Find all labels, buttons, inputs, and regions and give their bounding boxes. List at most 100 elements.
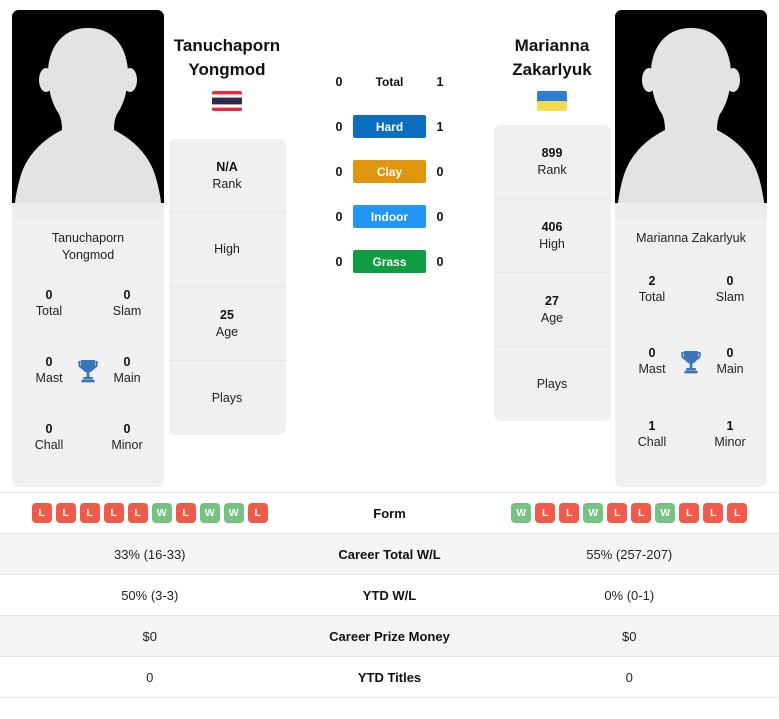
player-info-column-right: Marianna Zakarlyuk 899 Rank 406 High 27 … [489, 10, 615, 421]
surface-row-indoor: 0 Indoor 0 [331, 205, 449, 228]
player-info-box-right: 899 Rank 406 High 27 Age Plays [493, 125, 611, 421]
stat-main-left: 0 Main [104, 354, 150, 387]
stat-total-label-left: Total [35, 304, 63, 318]
surface-titles-column: 0 Total 1 0 Hard 1 0 Clay 0 0 Indoor 0 0 [290, 10, 489, 273]
trophy-spacer-left-2 [75, 423, 101, 453]
info-age-value-left: 25 [220, 307, 234, 322]
player-photo-left [12, 10, 164, 218]
trophy-spacer-right [678, 274, 704, 304]
surface-row-total: 0 Total 1 [331, 70, 449, 93]
table-row: 0 YTD Titles 0 [0, 657, 779, 698]
stat-total-right: 2 Total [629, 273, 675, 306]
surface-total-left-value: 0 [335, 74, 343, 89]
surface-clay-badge[interactable]: Clay [352, 160, 427, 183]
form-badge-left-7[interactable]: W [199, 503, 220, 523]
player-info-box-left: N/A Rank High 25 Age Plays [168, 139, 286, 435]
form-badge-left-1[interactable]: L [55, 503, 76, 523]
table-row: 50% (3-3) YTD W/L 0% (0-1) [0, 575, 779, 616]
titles-grid-right: 2 Total 0 Slam 0 Mast 0 Main 1 Chall 1 M… [615, 247, 767, 487]
player-comparison-page: Tanuchaporn Yongmod 0 Total 0 Slam 0 Mas… [0, 0, 779, 719]
form-badge-right-6[interactable]: W [655, 503, 676, 523]
player-photo-right [615, 10, 767, 218]
stat-slam-label-right: Slam [715, 289, 745, 304]
info-age-label-right: Age [540, 310, 564, 325]
table-label: Career Prize Money [329, 628, 450, 644]
form-badge-left-8[interactable]: W [223, 503, 244, 523]
comparison-header: Tanuchaporn Yongmod 0 Total 0 Slam 0 Mas… [0, 0, 779, 492]
table-value-left: 33% (16-33) [113, 546, 186, 562]
trophy-spacer-right-2 [678, 420, 704, 450]
table-label: YTD Titles [357, 669, 422, 685]
form-badge-right-4[interactable]: L [607, 503, 628, 523]
stat-mast-left: 0 Mast [26, 354, 72, 387]
form-badge-right-8[interactable]: L [703, 503, 724, 523]
player-name-right-l1: Marianna [514, 36, 590, 55]
info-high-label-right: High [539, 236, 565, 251]
form-badge-left-4[interactable]: L [127, 503, 148, 523]
table-value-left: 50% (3-3) [121, 587, 179, 603]
player-name-right: Marianna Zakarlyuk [512, 34, 591, 82]
form-badge-left-2[interactable]: L [79, 503, 100, 523]
avatar-silhouette-icon [615, 10, 767, 218]
surface-row-hard: 0 Hard 1 [331, 115, 449, 138]
stat-mast-value-right: 0 [648, 346, 656, 361]
form-badge-left-5[interactable]: W [151, 503, 172, 523]
table-row-form: LLLLLWLWWL Form WLLWLLWLLL [0, 493, 779, 534]
player-name-left: Tanuchaporn Yongmod [174, 34, 280, 82]
surface-row-clay: 0 Clay 0 [331, 160, 449, 183]
table-label: Career Total W/L [338, 546, 441, 562]
avatar-silhouette-icon [12, 10, 164, 218]
stat-mast-label-right: Mast [638, 362, 666, 377]
stat-main-label-left: Main [113, 371, 141, 385]
table-label: YTD W/L [362, 587, 417, 603]
stat-chall-value-left: 0 [45, 422, 53, 436]
player-card-name-right: Marianna Zakarlyuk [615, 218, 767, 247]
table-value-right: 0% (0-1) [604, 587, 655, 603]
comparison-table: LLLLLWLWWL Form WLLWLLWLLL 33% (16-33) C… [0, 492, 779, 698]
player-name-right-l2: Zakarlyuk [512, 60, 592, 79]
stat-main-value-right: 0 [726, 346, 734, 361]
stat-chall-label-right: Chall [637, 435, 667, 450]
form-badge-left-0[interactable]: L [31, 503, 52, 523]
surface-indoor-badge[interactable]: Indoor [352, 205, 427, 228]
stat-main-value-left: 0 [123, 355, 131, 369]
form-badge-right-7[interactable]: L [679, 503, 700, 523]
surface-indoor-left-value: 0 [335, 209, 343, 224]
stat-minor-label-left: Minor [111, 438, 143, 452]
stat-mast-value-left: 0 [45, 355, 53, 369]
form-badge-left-3[interactable]: L [103, 503, 124, 523]
form-badge-right-3[interactable]: W [583, 503, 604, 523]
surface-hard-badge[interactable]: Hard [352, 115, 427, 138]
stat-chall-value-right: 1 [648, 419, 656, 434]
stat-main-right: 0 Main [707, 345, 753, 378]
stat-minor-right: 1 Minor [707, 418, 753, 451]
thailand-flag-icon [212, 91, 242, 111]
info-rank-value-right: 899 [541, 145, 563, 160]
titles-row-chall-minor-right: 1 Chall 1 Minor [615, 418, 767, 451]
stat-slam-value-left: 0 [123, 288, 131, 302]
form-cell-right: WLLWLLWLLL [480, 503, 779, 523]
form-badge-right-9[interactable]: L [727, 503, 748, 523]
info-age-left: 25 Age [168, 287, 286, 361]
form-badge-right-1[interactable]: L [535, 503, 556, 523]
form-badge-right-2[interactable]: L [559, 503, 580, 523]
form-badge-left-6[interactable]: L [175, 503, 196, 523]
form-badge-left-9[interactable]: L [247, 503, 268, 523]
stat-mast-right: 0 Mast [629, 345, 675, 378]
player-card-name-right-l1: Marianna Zakarlyuk [636, 231, 746, 245]
surface-clay-left-value: 0 [335, 164, 343, 179]
form-badge-right-0[interactable]: W [511, 503, 532, 523]
info-rank-left: N/A Rank [168, 139, 286, 213]
form-cell-left: LLLLLWLWWL [0, 503, 300, 523]
form-strip-left: LLLLLWLWWL [31, 503, 268, 523]
surface-grass-badge[interactable]: Grass [352, 250, 427, 273]
form-badge-right-5[interactable]: L [631, 503, 652, 523]
player-card-left[interactable]: Tanuchaporn Yongmod 0 Total 0 Slam 0 Mas… [12, 10, 164, 487]
titles-row-mast-main-right: 0 Mast 0 Main [615, 345, 767, 378]
titles-row-total-slam-right: 2 Total 0 Slam [615, 273, 767, 306]
player-card-right[interactable]: Marianna Zakarlyuk 2 Total 0 Slam 0 Mast… [615, 10, 767, 487]
surface-hard-right-value: 1 [436, 119, 444, 134]
ukraine-flag-icon [537, 91, 567, 111]
trophy-icon [678, 347, 704, 377]
info-plays-right: Plays [494, 347, 611, 421]
